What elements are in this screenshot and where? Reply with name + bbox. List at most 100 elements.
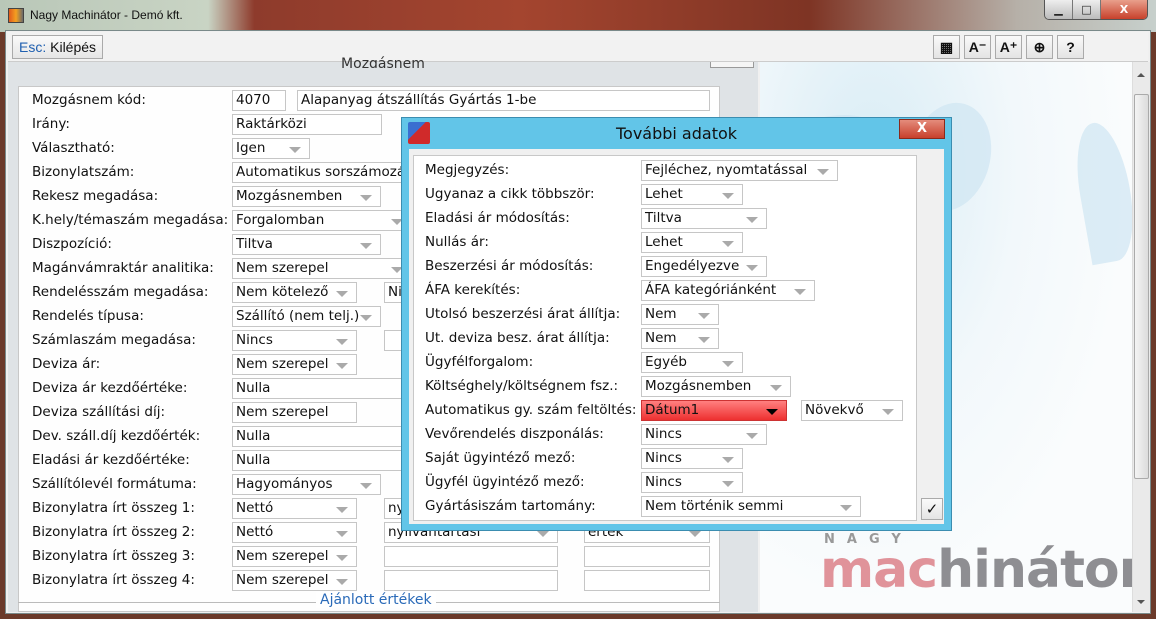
field-label: Deviza szállítási díj: [32, 404, 165, 420]
field-label: Megjegyzés: [425, 162, 510, 178]
dialog-row: Ügyfél ügyintéző mező: Nincs [414, 471, 914, 493]
dropdown[interactable]: Szállító (nem telj.) [232, 306, 381, 327]
recommended-values-link[interactable]: Ajánlott értékek [316, 592, 436, 608]
text-field[interactable]: Raktárközi [232, 114, 382, 135]
maximize-button[interactable]: □ [1073, 0, 1101, 19]
dropdown[interactable]: Forgalomban [232, 210, 412, 231]
dialog-row: Gyártásiszám tartomány: Nem történik semm… [414, 495, 914, 517]
field-label: Választható: [32, 140, 115, 156]
minimize-button[interactable]: ▁ [1045, 0, 1073, 19]
dialog-row: Utolsó beszerzési árat állítja: Nem [414, 303, 914, 325]
field-label: Ügyfélforgalom: [425, 354, 534, 370]
dialog-row: Megjegyzés: Fejléchez, nyomtatással [414, 159, 914, 181]
field-label: Diszpozíció: [32, 236, 112, 252]
dropdown[interactable]: Tiltva [232, 234, 381, 255]
dialog-row: Ugyanaz a cikk többször: Lehet [414, 183, 914, 205]
dialog-row: Ügyfélforgalom: Egyéb [414, 351, 914, 373]
dropdown[interactable]: Mozgásnemben [232, 186, 381, 207]
text-field[interactable]: Nulla [232, 426, 412, 447]
field-label: Ut. deviza besz. árat állítja: [425, 330, 610, 346]
additional-data-dialog: További adatok X Megjegyzés: Fejléchez, n… [401, 117, 952, 531]
text-field[interactable]: Alapanyag átszállítás Gyártás 1-be [297, 90, 710, 111]
scroll-up-arrow-icon[interactable] [1137, 73, 1145, 77]
field-label: Dev. száll.díj kezdőérték: [32, 428, 201, 444]
field-label: Bizonylatszám: [32, 164, 135, 180]
dropdown[interactable]: Nincs [232, 330, 357, 351]
text-field[interactable]: Nulla [232, 378, 412, 399]
dialog-row: Vevőrendelés diszponálás: Nincs [414, 423, 914, 445]
text-field[interactable]: Nulla [232, 450, 412, 471]
text-field[interactable] [384, 546, 558, 567]
dropdown[interactable]: Nem történik semmi [641, 496, 861, 517]
section-title: Mozgásnem [341, 56, 425, 68]
collapse-button[interactable] [710, 62, 754, 68]
dropdown[interactable]: Nem [641, 328, 719, 349]
font-increase-button[interactable]: A⁺ [995, 35, 1022, 59]
vertical-scrollbar[interactable] [1132, 62, 1150, 612]
text-field[interactable] [584, 570, 710, 591]
dropdown[interactable]: Nem szerepel [232, 258, 412, 279]
close-window-button[interactable]: X [1101, 0, 1147, 19]
dialog-row: Saját ügyintéző mező: Nincs [414, 447, 914, 469]
dropdown[interactable]: Nettó [232, 498, 357, 519]
dropdown[interactable]: Egyéb [641, 352, 743, 373]
lifebuoy-button[interactable]: ⊕ [1026, 35, 1053, 59]
dropdown[interactable]: Nincs [641, 424, 767, 445]
dropdown[interactable]: Nincs [641, 472, 743, 493]
grid-icon: ▦ [939, 38, 954, 55]
field-label: Mozgásnem kód: [32, 92, 146, 108]
dropdown[interactable]: Nem kötelező [232, 282, 357, 303]
dropdown[interactable]: Igen [232, 138, 310, 159]
dropdown[interactable]: Nem szerepel [232, 546, 357, 567]
scroll-down-arrow-icon[interactable] [1137, 600, 1145, 604]
dropdown[interactable]: Nem szerepel [232, 354, 357, 375]
dropdown[interactable]: Nincs [641, 448, 743, 469]
text-field[interactable]: 4070 [232, 90, 286, 111]
help-button[interactable]: ? [1057, 35, 1084, 59]
logo-part1: mac [820, 540, 938, 600]
field-label: Bizonylatra írt összeg 2: [32, 524, 195, 540]
text-field[interactable]: Nem szerepel [232, 402, 357, 423]
text-field[interactable] [584, 546, 710, 567]
field-label: Szállítólevél formátuma: [32, 476, 197, 492]
lifebuoy-icon: ⊕ [1033, 38, 1046, 55]
field-label: Ugyanaz a cikk többször: [425, 186, 595, 202]
dropdown[interactable]: Nem [641, 304, 719, 325]
font-decrease-button[interactable]: A⁻ [964, 35, 991, 59]
decor-flourish [1068, 118, 1142, 266]
order-dropdown[interactable]: Növekvő [801, 400, 903, 421]
field-label: K.hely/témaszám megadása: [32, 212, 229, 228]
dropdown[interactable]: ÁFA kategóriánként [641, 280, 815, 301]
window-title: Nagy Machinátor - Demó kft. [30, 8, 183, 22]
grid-button[interactable]: ▦ [933, 35, 960, 59]
dropdown[interactable]: Lehet [641, 232, 743, 253]
dropdown[interactable]: Hagyományos [232, 474, 381, 495]
dropdown[interactable]: Lehet [641, 184, 743, 205]
dropdown[interactable]: Nem szerepel [232, 570, 357, 591]
error-dropdown[interactable]: Dátum1 [641, 400, 787, 421]
field-label: Rendelésszám megadása: [32, 284, 209, 300]
field-label: Utolsó beszerzési árat állítja: [425, 306, 621, 322]
dropdown[interactable]: Tiltva [641, 208, 767, 229]
field-label: Vevőrendelés diszponálás: [425, 426, 604, 442]
field-label: ÁFA kerekítés: [425, 282, 521, 298]
dropdown[interactable]: Mozgásnemben [641, 376, 791, 397]
field-label: Eladási ár módosítás: [425, 210, 570, 226]
ok-check-button[interactable]: ✓ [921, 498, 943, 520]
dropdown[interactable]: Engedélyezve [641, 256, 767, 277]
field-label: Költséghely/költségnem fsz.: [425, 378, 619, 394]
dialog-row: Ut. deviza besz. árat állítja: Nem [414, 327, 914, 349]
text-field[interactable] [384, 570, 558, 591]
dialog-close-button[interactable]: X [899, 119, 945, 139]
scroll-thumb[interactable] [1134, 94, 1149, 479]
dialog-form-panel: Megjegyzés: Fejléchez, nyomtatással Ugyana… [413, 155, 917, 521]
logo-part2: hinátor [937, 540, 1144, 600]
dropdown[interactable]: Nettó [232, 522, 357, 543]
title-bar: Nagy Machinátor - Demó kft. ▁ □ X [0, 0, 1156, 32]
text-field[interactable]: Automatikus sorszámozá [232, 162, 422, 183]
form-row: Bizonylatra írt összeg 3: Nem szerepel [19, 545, 719, 567]
field-label: Rekesz megadása: [32, 188, 159, 204]
dialog-row: Eladási ár módosítás: Tiltva [414, 207, 914, 229]
dialog-row: ÁFA kerekítés: ÁFA kategóriánként [414, 279, 914, 301]
dropdown[interactable]: Fejléchez, nyomtatással [641, 160, 838, 181]
